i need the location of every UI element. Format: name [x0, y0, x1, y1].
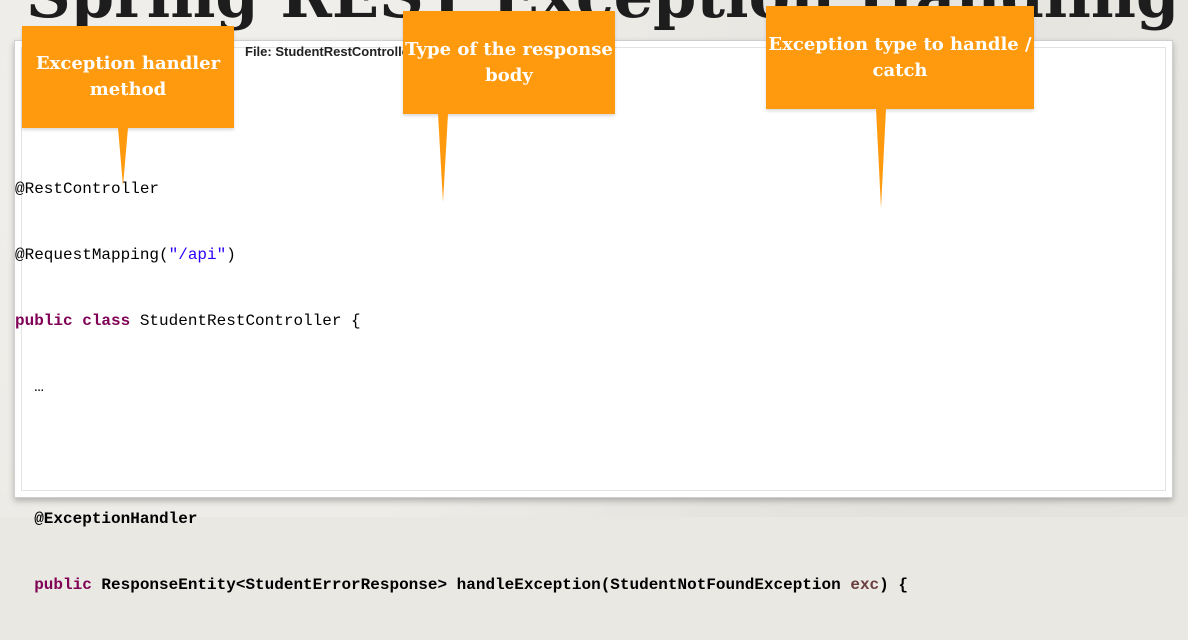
callout-response-body-type-text: Type of the response body: [405, 38, 613, 86]
exception-parameter: exc: [850, 576, 880, 594]
callout-response-body-type-pointer: [438, 114, 448, 202]
rest-controller-annotation: @RestController: [15, 180, 160, 198]
callout-exception-handler-pointer: [118, 128, 128, 186]
public-keyword: public: [34, 576, 92, 594]
class-declaration: StudentRestController {: [130, 312, 361, 330]
method-signature: ResponseEntity<StudentErrorResponse> han…: [91, 576, 851, 594]
code-line-2: @RequestMapping("/api"): [15, 244, 908, 266]
code-line-3: public class StudentRestController {: [15, 310, 908, 332]
code-ellipsis: …: [15, 378, 44, 396]
request-mapping-close: ): [226, 246, 236, 264]
code-line-7: public ResponseEntity<StudentErrorRespon…: [15, 574, 908, 596]
request-mapping-path: "/api": [168, 246, 227, 264]
callout-exception-handler-text: Exception handler method: [35, 53, 221, 100]
callout-exception-handler: Exception handler method: [22, 26, 234, 128]
code-line-4: …: [15, 376, 908, 398]
callout-exception-type-text: Exception type to handle / catch: [768, 33, 1032, 81]
callout-exception-type-pointer: [876, 109, 886, 208]
callout-exception-type: Exception type to handle / catch: [766, 6, 1034, 109]
class-keywords: public class: [15, 312, 131, 330]
code-line-1: @RestController: [15, 178, 908, 200]
request-mapping-annotation: @RequestMapping(: [15, 246, 169, 264]
code-block: @RestController @RequestMapping("/api" ) …: [15, 134, 908, 640]
code-line-6: @ExceptionHandler: [15, 508, 908, 530]
callout-response-body-type: Type of the response body: [403, 11, 615, 114]
method-open-brace: ) {: [879, 576, 908, 594]
exception-handler-annotation: @ExceptionHandler: [15, 510, 198, 528]
method-indent: [15, 576, 34, 594]
